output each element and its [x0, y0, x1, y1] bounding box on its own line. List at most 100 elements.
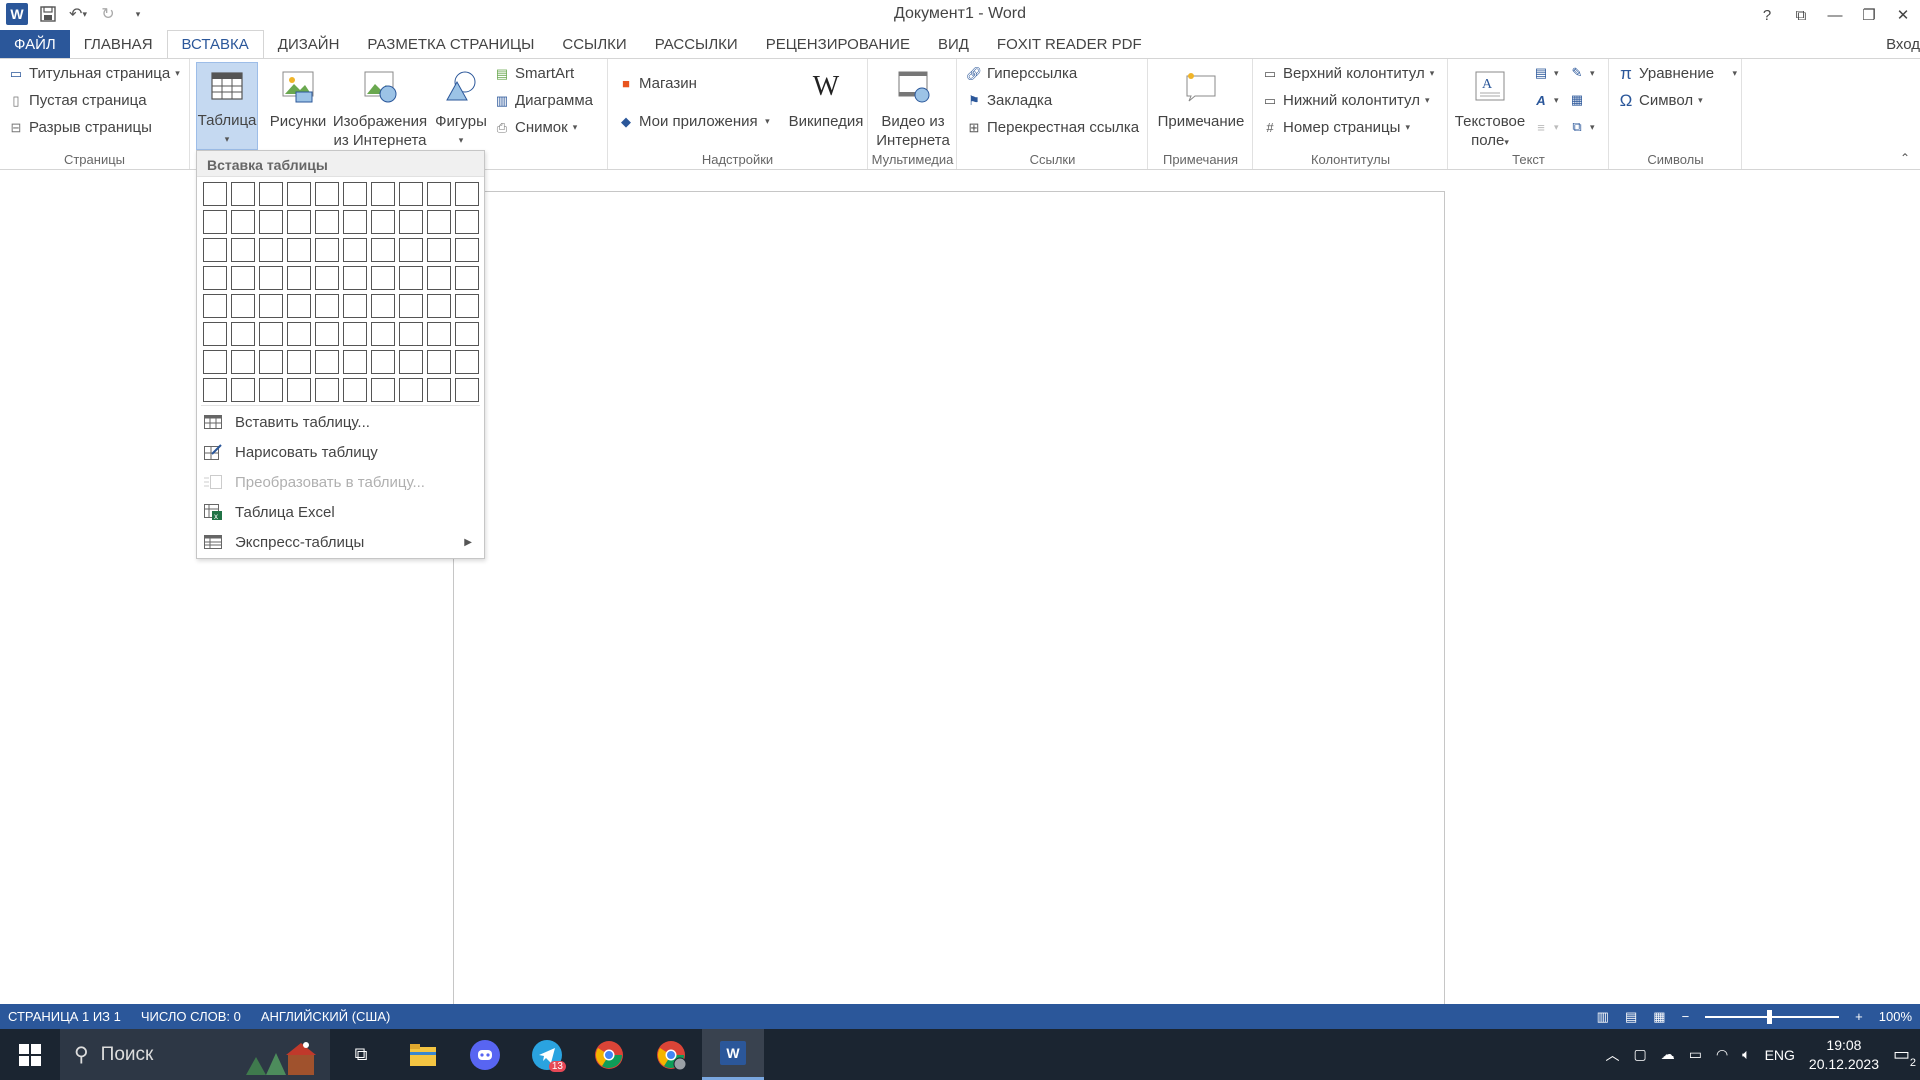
tab-review[interactable]: РЕЦЕНЗИРОВАНИЕ — [752, 30, 924, 59]
table-grid-cell[interactable] — [287, 378, 311, 402]
table-grid-cell[interactable] — [455, 182, 479, 206]
word-count[interactable]: ЧИСЛО СЛОВ: 0 — [141, 1009, 241, 1024]
comment-button[interactable]: Примечание — [1153, 62, 1249, 131]
table-grid-cell[interactable] — [231, 238, 255, 262]
page-break-button[interactable]: ⊟ Разрыв страницы — [8, 119, 152, 136]
language-indicator[interactable]: АНГЛИЙСКИЙ (США) — [261, 1009, 390, 1024]
table-grid-cell[interactable] — [399, 294, 423, 318]
table-grid-cell[interactable] — [343, 238, 367, 262]
table-grid-cell[interactable] — [287, 322, 311, 346]
drop-cap-button[interactable]: ≡ ▾ — [1533, 119, 1558, 135]
tab-home[interactable]: ГЛАВНАЯ — [70, 30, 167, 59]
taskbar-chrome[interactable] — [578, 1029, 640, 1080]
wifi-icon[interactable]: ◠ — [1716, 1046, 1728, 1063]
equation-button[interactable]: π Уравнение ▾ — [1618, 64, 1737, 83]
quick-tables-item[interactable]: Экспресс-таблицы ▶ — [197, 527, 484, 557]
table-grid-cell[interactable] — [343, 182, 367, 206]
screenshot-button[interactable]: ⎙ Снимок ▾ — [494, 119, 577, 136]
zoom-thumb[interactable] — [1767, 1009, 1773, 1024]
date-time-button[interactable]: ▦ — [1569, 92, 1585, 108]
page-count[interactable]: СТРАНИЦА 1 ИЗ 1 — [8, 1009, 121, 1024]
restore-button[interactable]: ❐ — [1852, 2, 1886, 28]
table-grid-cell[interactable] — [371, 322, 395, 346]
wikipedia-button[interactable]: W Википедия — [784, 62, 868, 131]
table-grid-cell[interactable] — [315, 182, 339, 206]
tab-design[interactable]: ДИЗАЙН — [264, 30, 354, 59]
table-grid-cell[interactable] — [231, 378, 255, 402]
table-grid-cell[interactable] — [231, 210, 255, 234]
my-apps-button[interactable]: ◆ Мои приложения ▾ — [618, 113, 770, 130]
table-grid-cell[interactable] — [455, 266, 479, 290]
table-grid-cell[interactable] — [427, 210, 451, 234]
table-grid-cell[interactable] — [371, 182, 395, 206]
table-grid-cell[interactable] — [343, 266, 367, 290]
tab-page-layout[interactable]: РАЗМЕТКА СТРАНИЦЫ — [353, 30, 548, 59]
hyperlink-button[interactable]: 🔗︎ Гиперссылка — [966, 65, 1077, 82]
meet-now-icon[interactable]: ▢ — [1633, 1046, 1646, 1063]
table-grid-cell[interactable] — [427, 294, 451, 318]
taskbar-explorer[interactable] — [392, 1029, 454, 1080]
wordart-button[interactable]: A ▾ — [1533, 92, 1558, 108]
quick-parts-button[interactable]: ▤ ▾ — [1533, 65, 1559, 81]
table-grid-cell[interactable] — [315, 378, 339, 402]
table-grid-cell[interactable] — [399, 322, 423, 346]
table-grid-cell[interactable] — [399, 182, 423, 206]
zoom-in-button[interactable]: + — [1855, 1009, 1863, 1024]
table-grid-cell[interactable] — [231, 266, 255, 290]
table-grid-cell[interactable] — [287, 350, 311, 374]
sign-in-link[interactable]: Вход — [1886, 36, 1920, 53]
cross-reference-button[interactable]: ⊞ Перекрестная ссылка — [966, 119, 1140, 136]
draw-table-item[interactable]: Нарисовать таблицу — [197, 437, 484, 467]
tray-overflow-icon[interactable]: ︿ — [1605, 1045, 1619, 1065]
table-grid-cell[interactable] — [203, 294, 227, 318]
zoom-out-button[interactable]: − — [1682, 1009, 1690, 1024]
table-grid-cell[interactable] — [287, 238, 311, 262]
start-button[interactable] — [0, 1029, 60, 1080]
tab-view[interactable]: ВИД — [924, 30, 983, 59]
table-grid-cell[interactable] — [399, 350, 423, 374]
taskbar-chrome-profile[interactable] — [640, 1029, 702, 1080]
table-grid-cell[interactable] — [259, 266, 283, 290]
chart-button[interactable]: ▥ Диаграмма — [494, 92, 593, 109]
collapse-ribbon-icon[interactable]: ⌃ — [1900, 151, 1910, 165]
footer-button[interactable]: ▭ Нижний колонтитул ▾ — [1262, 92, 1430, 109]
onedrive-icon[interactable]: ☁ — [1661, 1046, 1675, 1063]
excel-table-item[interactable]: x Таблица Excel — [197, 497, 484, 527]
tab-foxit[interactable]: FOXIT READER PDF — [983, 30, 1156, 59]
table-grid-cell[interactable] — [203, 182, 227, 206]
tab-file[interactable]: ФАЙЛ — [0, 30, 70, 59]
table-grid-cell[interactable] — [455, 238, 479, 262]
table-grid-cell[interactable] — [371, 266, 395, 290]
ribbon-display-options-icon[interactable]: ⧉ — [1784, 2, 1818, 28]
table-grid-cell[interactable] — [399, 266, 423, 290]
minimize-button[interactable]: — — [1818, 2, 1852, 28]
table-grid-cell[interactable] — [343, 350, 367, 374]
taskbar-telegram[interactable]: 13 — [516, 1029, 578, 1080]
blank-page-button[interactable]: ▯ Пустая страница — [8, 92, 146, 109]
print-layout-icon[interactable]: ▤ — [1625, 1009, 1637, 1025]
online-pictures-button[interactable]: Изображения из Интернета — [330, 62, 430, 150]
table-grid-cell[interactable] — [399, 238, 423, 262]
object-button[interactable]: ⧉ ▾ — [1569, 119, 1594, 135]
volume-icon[interactable]: 🔈︎ — [1742, 1046, 1750, 1063]
table-grid-cell[interactable] — [427, 322, 451, 346]
clock[interactable]: 19:08 20.12.2023 — [1809, 1036, 1879, 1074]
symbol-button[interactable]: Ω Символ ▾ — [1618, 91, 1703, 110]
table-grid-cell[interactable] — [203, 210, 227, 234]
table-grid-cell[interactable] — [259, 322, 283, 346]
store-button[interactable]: ■ Магазин — [618, 75, 697, 92]
notifications-button[interactable]: ▭ 2 — [1893, 1044, 1916, 1069]
table-grid-cell[interactable] — [259, 238, 283, 262]
taskbar-search[interactable]: ⚲ Поиск — [60, 1029, 330, 1080]
table-grid-cell[interactable] — [315, 210, 339, 234]
table-grid-cell[interactable] — [427, 266, 451, 290]
table-grid-cell[interactable] — [371, 210, 395, 234]
table-grid-cell[interactable] — [259, 210, 283, 234]
table-grid-cell[interactable] — [259, 350, 283, 374]
table-grid-cell[interactable] — [455, 350, 479, 374]
table-grid-cell[interactable] — [203, 322, 227, 346]
help-button[interactable]: ? — [1750, 2, 1784, 28]
taskbar-word[interactable]: W — [702, 1029, 764, 1080]
zoom-level[interactable]: 100% — [1879, 1009, 1912, 1024]
cover-page-button[interactable]: ▭ Титульная страница ▾ — [8, 65, 180, 82]
